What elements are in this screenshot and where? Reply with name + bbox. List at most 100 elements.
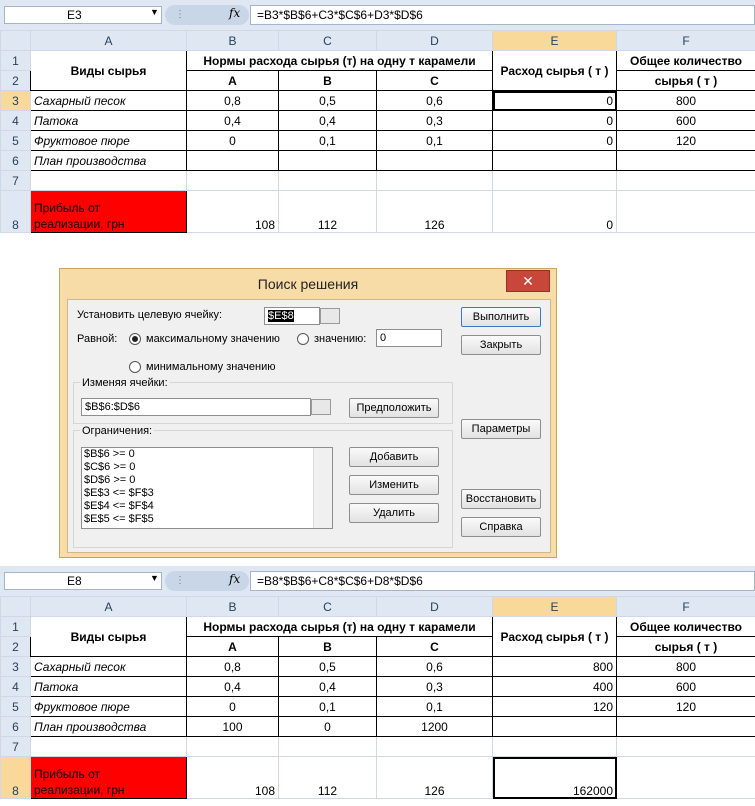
cell-b2[interactable]: A: [186, 636, 279, 657]
changing-cells-input[interactable]: $B$6:$D$6: [81, 398, 311, 416]
constraint-item[interactable]: $E$5 <= $F$5: [82, 513, 332, 526]
guess-button[interactable]: Предположить: [349, 398, 439, 418]
cell-b5[interactable]: 0: [186, 696, 279, 717]
formula-input[interactable]: =B3*$B$6+C3*$C$6+D3*$D$6: [250, 5, 755, 25]
cell-d4[interactable]: 0,3: [376, 110, 493, 131]
row-header-7[interactable]: 7: [0, 736, 31, 757]
cell-c7[interactable]: [278, 170, 377, 191]
range-picker-icon[interactable]: [311, 399, 331, 415]
column-header-c[interactable]: C: [278, 596, 377, 617]
cell-b8[interactable]: 108: [186, 190, 279, 233]
row-header-8[interactable]: 8: [0, 756, 31, 799]
cell-e3[interactable]: 800: [492, 656, 617, 677]
max-radio[interactable]: [129, 333, 141, 345]
cell-e1[interactable]: Расход сырья ( т ): [492, 616, 617, 657]
row-header-8[interactable]: 8: [0, 190, 31, 233]
cell-b3[interactable]: 0,8: [186, 656, 279, 677]
cell-d7[interactable]: [376, 170, 493, 191]
options-button[interactable]: Параметры: [461, 419, 541, 439]
cell-a7[interactable]: [30, 170, 187, 191]
insert-function-icon[interactable]: fx: [229, 6, 240, 20]
cell-e7[interactable]: [492, 736, 617, 757]
cell-d5[interactable]: 0,1: [376, 130, 493, 151]
cell-e7[interactable]: [492, 170, 617, 191]
column-header-d[interactable]: D: [376, 596, 493, 617]
cell-d5[interactable]: 0,1: [376, 696, 493, 717]
cell-d2[interactable]: C: [376, 70, 493, 91]
min-radio-label[interactable]: минимальному значению: [146, 361, 276, 373]
name-box-dropdown-icon[interactable]: ▼: [150, 7, 159, 17]
cell-d8[interactable]: 126: [376, 756, 493, 799]
row-header-4[interactable]: 4: [0, 676, 31, 697]
cell-c3[interactable]: 0,5: [278, 656, 377, 677]
cell-a8[interactable]: Прибыль от реализации, грн: [30, 756, 187, 799]
min-radio[interactable]: [129, 361, 141, 373]
constraints-list[interactable]: $B$6 >= 0 $C$6 >= 0 $D$6 >= 0 $E$3 <= $F…: [81, 447, 333, 529]
cell-a4[interactable]: Патока: [30, 676, 187, 697]
cell-c2[interactable]: B: [278, 70, 377, 91]
cell-b1[interactable]: Нормы расхода сырья (т) на одну т караме…: [186, 616, 493, 637]
column-header-e[interactable]: E: [492, 596, 617, 617]
cell-f5[interactable]: 120: [616, 696, 755, 717]
cell-f8[interactable]: [616, 756, 755, 799]
cell-b3[interactable]: 0,8: [186, 90, 279, 111]
cell-c5[interactable]: 0,1: [278, 696, 377, 717]
row-header-2[interactable]: 2: [0, 636, 31, 657]
cell-c4[interactable]: 0,4: [278, 676, 377, 697]
cell-b4[interactable]: 0,4: [186, 110, 279, 131]
select-all-corner[interactable]: [0, 596, 31, 617]
cell-b7[interactable]: [186, 170, 279, 191]
cell-b2[interactable]: A: [186, 70, 279, 91]
cell-e1[interactable]: Расход сырья ( т ): [492, 50, 617, 91]
column-header-c[interactable]: C: [278, 30, 377, 51]
add-button[interactable]: Добавить: [349, 447, 439, 467]
cell-e4[interactable]: 400: [492, 676, 617, 697]
formula-input[interactable]: =B8*$B$6+C8*$C$6+D8*$D$6: [250, 571, 755, 591]
row-header-5[interactable]: 5: [0, 130, 31, 151]
cell-d6[interactable]: 1200: [376, 716, 493, 737]
cell-e5[interactable]: 0: [492, 130, 617, 151]
cell-f1[interactable]: Общее количество: [616, 50, 755, 71]
cell-a6[interactable]: План производства: [30, 150, 187, 171]
value-radio-label[interactable]: значению:: [314, 333, 366, 345]
cell-e6[interactable]: [492, 716, 617, 737]
cell-f3[interactable]: 800: [616, 656, 755, 677]
row-header-3[interactable]: 3: [0, 90, 31, 111]
solve-button[interactable]: Выполнить: [461, 307, 541, 327]
cell-a7[interactable]: [30, 736, 187, 757]
cell-b6[interactable]: 100: [186, 716, 279, 737]
cell-d7[interactable]: [376, 736, 493, 757]
name-box-dropdown-icon[interactable]: ▼: [150, 573, 159, 583]
cell-f3[interactable]: 800: [616, 90, 755, 111]
cell-a3[interactable]: Сахарный песок: [30, 656, 187, 677]
cell-b5[interactable]: 0: [186, 130, 279, 151]
cell-e6[interactable]: [492, 150, 617, 171]
cell-a6[interactable]: План производства: [30, 716, 187, 737]
help-button[interactable]: Справка: [461, 517, 541, 537]
cell-c8[interactable]: 112: [278, 756, 377, 799]
constraint-item[interactable]: $B$6 >= 0: [82, 448, 332, 461]
max-radio-label[interactable]: максимальному значению: [146, 333, 280, 345]
cell-c6[interactable]: 0: [278, 716, 377, 737]
cell-f7[interactable]: [616, 170, 755, 191]
cell-f7[interactable]: [616, 736, 755, 757]
cell-f4[interactable]: 600: [616, 676, 755, 697]
close-icon[interactable]: ✕: [506, 270, 550, 292]
cell-a3[interactable]: Сахарный песок: [30, 90, 187, 111]
cell-a1[interactable]: Виды сырья: [30, 50, 187, 91]
value-radio[interactable]: [297, 333, 309, 345]
cell-d8[interactable]: 126: [376, 190, 493, 233]
cell-e8[interactable]: 162000: [492, 756, 617, 799]
cell-c2[interactable]: B: [278, 636, 377, 657]
cell-c8[interactable]: 112: [278, 190, 377, 233]
cell-f1[interactable]: Общее количество: [616, 616, 755, 637]
reset-button[interactable]: Восстановить: [461, 489, 541, 509]
constraint-item[interactable]: $C$6 >= 0: [82, 461, 332, 474]
cell-e4[interactable]: 0: [492, 110, 617, 131]
drag-handle-icon[interactable]: ⋮: [175, 9, 185, 20]
cell-f8[interactable]: [616, 190, 755, 233]
cell-f5[interactable]: 120: [616, 130, 755, 151]
value-input[interactable]: 0: [376, 329, 442, 347]
target-cell-input[interactable]: $E$8: [264, 307, 320, 325]
select-all-corner[interactable]: [0, 30, 31, 51]
